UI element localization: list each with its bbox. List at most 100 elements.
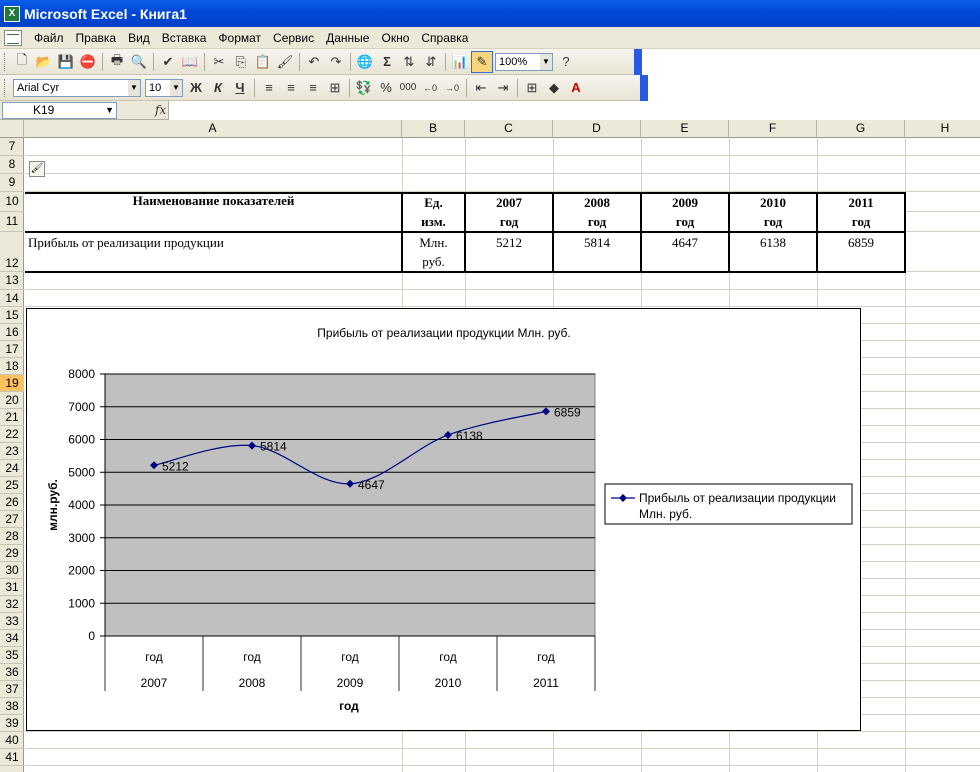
row-header-17[interactable]: 17 (0, 341, 24, 358)
spelling-icon[interactable]: ✔ (157, 51, 179, 73)
font-name-select[interactable]: Arial Cyr ▼ (13, 78, 141, 97)
column-header-b[interactable]: B (402, 120, 465, 138)
row-header-16[interactable]: 16 (0, 324, 24, 341)
menu-view[interactable]: Вид (122, 31, 156, 45)
menu-insert[interactable]: Вставка (156, 31, 213, 45)
row-header-23[interactable]: 23 (0, 443, 24, 460)
row-header-20[interactable]: 20 (0, 392, 24, 409)
row-header-27[interactable]: 27 (0, 511, 24, 528)
copy-icon[interactable]: ⎘ (230, 51, 252, 73)
research-icon[interactable]: 📖 (179, 51, 201, 73)
sort-descending-icon[interactable]: ⇵ (420, 51, 442, 73)
column-header-h[interactable]: H (905, 120, 980, 138)
zoom-select[interactable]: 100% ▼ (495, 52, 553, 71)
sort-ascending-icon[interactable]: ⇅ (398, 51, 420, 73)
save-icon[interactable]: 💾 (55, 51, 77, 73)
decrease-decimal-icon[interactable]: →0 (441, 77, 463, 99)
autosum-icon[interactable]: Σ (376, 51, 398, 73)
row-header-15[interactable]: 15 (0, 307, 24, 324)
name-box[interactable]: K19 ▼ (2, 101, 117, 119)
increase-decimal-icon[interactable]: ←0 (419, 77, 441, 99)
row-header-30[interactable]: 30 (0, 562, 24, 579)
hyperlink-icon[interactable]: 🌐 (354, 51, 376, 73)
increase-indent-icon[interactable]: ⇥ (492, 77, 514, 99)
formula-input[interactable] (168, 101, 980, 120)
merge-center-icon[interactable]: ⊞ (324, 77, 346, 99)
toolbar-options[interactable] (634, 48, 642, 75)
workbook-icon[interactable] (4, 29, 22, 46)
decrease-indent-icon[interactable]: ⇤ (470, 77, 492, 99)
row-header-31[interactable]: 31 (0, 579, 24, 596)
row-header-39[interactable]: 39 (0, 715, 24, 732)
row-header-10[interactable]: 10 (0, 192, 24, 212)
print-preview-icon[interactable]: 🔍 (128, 51, 150, 73)
row-header-41[interactable]: 41 (0, 749, 24, 766)
toolbar-grip[interactable] (4, 78, 7, 97)
help-icon[interactable]: ? (555, 51, 577, 73)
format-painter-icon[interactable]: 🖌 (274, 51, 296, 73)
toolbar-options[interactable] (640, 74, 648, 101)
row-header-32[interactable]: 32 (0, 596, 24, 613)
paste-options-icon[interactable]: 🖌 (29, 161, 45, 177)
row-header-35[interactable]: 35 (0, 647, 24, 664)
underline-button[interactable]: Ч (229, 77, 251, 99)
row-header-22[interactable]: 22 (0, 426, 24, 443)
column-header-a[interactable]: A (24, 120, 402, 138)
menu-file[interactable]: Файл (28, 31, 70, 45)
align-center-icon[interactable]: ≡ (280, 77, 302, 99)
fill-color-icon[interactable]: ◆ (543, 77, 565, 99)
menu-window[interactable]: Окно (375, 31, 415, 45)
row-header-28[interactable]: 28 (0, 528, 24, 545)
new-icon[interactable]: 🗋 (11, 51, 33, 73)
row-header-7[interactable]: 7 (0, 138, 24, 156)
row-header-40[interactable]: 40 (0, 732, 24, 749)
align-left-icon[interactable]: ≡ (258, 77, 280, 99)
paste-icon[interactable]: 📋 (252, 51, 274, 73)
row-header-21[interactable]: 21 (0, 409, 24, 426)
column-header-f[interactable]: F (729, 120, 817, 138)
chart-wizard-icon[interactable]: 📊 (449, 51, 471, 73)
row-header-37[interactable]: 37 (0, 681, 24, 698)
menu-help[interactable]: Справка (415, 31, 474, 45)
open-icon[interactable]: 📂 (33, 51, 55, 73)
row-header-24[interactable]: 24 (0, 460, 24, 477)
row-header-19[interactable]: 19 (0, 375, 24, 392)
row-header-9[interactable]: 9 (0, 174, 24, 192)
row-header-13[interactable]: 13 (0, 272, 24, 290)
percent-button[interactable]: % (375, 77, 397, 99)
menu-format[interactable]: Формат (212, 31, 267, 45)
print-icon[interactable]: 🖶 (106, 51, 128, 73)
row-header-11[interactable]: 11 (0, 212, 24, 232)
redo-icon[interactable]: ↷ (325, 51, 347, 73)
menu-edit[interactable]: Правка (70, 31, 123, 45)
row-header-29[interactable]: 29 (0, 545, 24, 562)
row-header-36[interactable]: 36 (0, 664, 24, 681)
borders-icon[interactable]: ⊞ (521, 77, 543, 99)
menu-tools[interactable]: Сервис (267, 31, 320, 45)
row-header-14[interactable]: 14 (0, 290, 24, 307)
column-header-c[interactable]: C (465, 120, 553, 138)
thousands-button[interactable]: 000 (397, 77, 419, 99)
drawing-icon[interactable]: ✎ (471, 50, 493, 73)
line-chart[interactable]: Прибыль от реализации продукции Млн. руб… (26, 308, 861, 731)
menu-data[interactable]: Данные (320, 31, 375, 45)
bold-button[interactable]: Ж (185, 77, 207, 99)
row-header-38[interactable]: 38 (0, 698, 24, 715)
align-right-icon[interactable]: ≡ (302, 77, 324, 99)
row-header-8[interactable]: 8 (0, 156, 24, 174)
row-header-26[interactable]: 26 (0, 494, 24, 511)
row-header-18[interactable]: 18 (0, 358, 24, 375)
column-header-g[interactable]: G (817, 120, 905, 138)
toolbar-grip[interactable] (4, 52, 7, 71)
column-header-e[interactable]: E (641, 120, 729, 138)
row-header-34[interactable]: 34 (0, 630, 24, 647)
select-all-corner[interactable] (0, 120, 24, 138)
currency-icon[interactable]: 💱 (353, 77, 375, 99)
row-header-33[interactable]: 33 (0, 613, 24, 630)
fx-icon[interactable]: fx (155, 103, 166, 117)
permission-icon[interactable]: ⛔ (77, 51, 99, 73)
font-size-select[interactable]: 10 ▼ (145, 78, 183, 97)
font-color-icon[interactable]: A (565, 77, 587, 99)
row-header-12[interactable]: 12 (0, 232, 24, 272)
row-header-25[interactable]: 25 (0, 477, 24, 494)
